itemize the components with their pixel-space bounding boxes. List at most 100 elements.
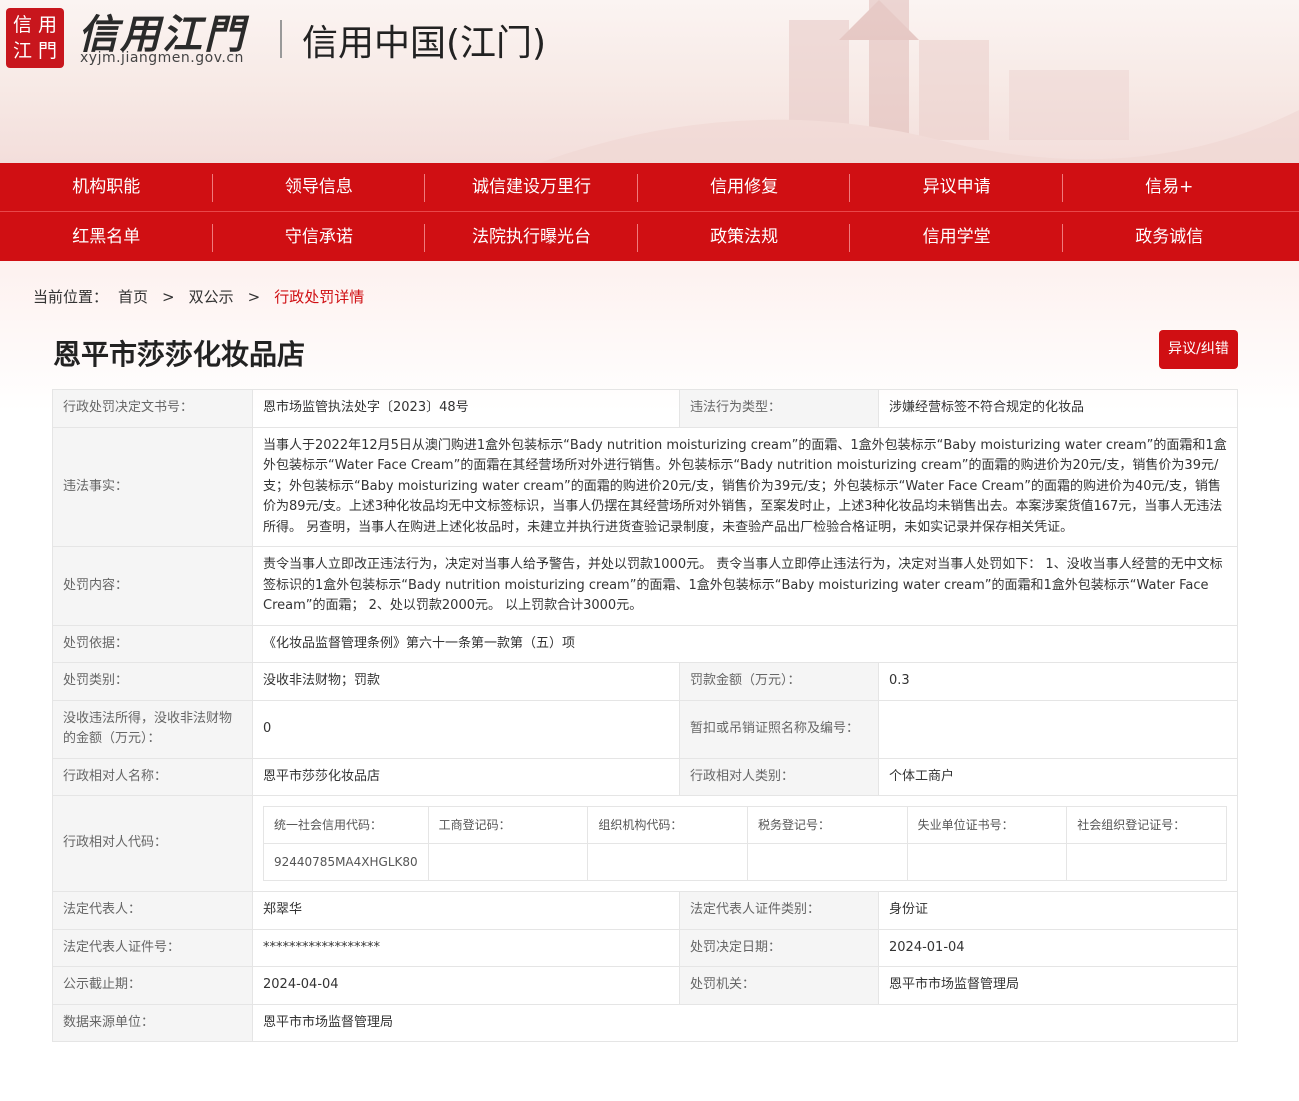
breadcrumb-current: 行政处罚详情 [274,288,365,306]
doc-number-value: 恩市场监管执法处字〔2023〕48号 [252,389,680,428]
code-value: 92440785MA4XHGLK80 [263,843,429,881]
breadcrumb-section[interactable]: 双公示 [189,286,234,307]
party-type-value: 个体工商户 [878,757,1238,796]
table-row: 行政相对人名称： 恩平市莎莎化妆品店 行政相对人类别： 个体工商户 [52,757,1238,796]
nav-item-leaders[interactable]: 领导信息 [213,172,426,202]
code-value [906,843,1068,881]
field-label: 处罚决定日期： [679,928,879,967]
code-header: 失业单位证书号： [906,806,1068,844]
field-label: 罚款金额（万元）： [679,662,879,701]
logo-divider [280,20,282,58]
table-row: 没收违法所得，没收非法财物的金额（万元）： 0 暂扣或吊销证照名称及编号： [52,699,1238,759]
nav-item-promise[interactable]: 守信承诺 [213,222,426,252]
breadcrumb-label: 当前位置： [33,288,109,306]
breadcrumb-separator: > [162,287,175,306]
decision-date-value: 2024-01-04 [878,928,1238,967]
party-code-table: 统一社会信用代码： 工商登记码： 组织机构代码： 税务登记号： 失业单位证书号：… [263,806,1227,881]
field-label: 没收违法所得，没收非法财物的金额（万元）： [52,699,253,759]
fine-amount-value: 0.3 [878,662,1238,701]
field-label: 行政相对人类别： [679,757,879,796]
breadcrumb-separator: > [247,287,261,306]
field-label: 处罚依据： [52,624,253,663]
penalty-basis-value: 《化妆品监督管理条例》第六十一条第一款第（五）项 [252,624,1238,663]
page-title: 恩平市莎莎化妆品店 [53,338,306,371]
field-label: 处罚内容： [52,546,253,626]
field-label: 违法事实： [52,426,253,547]
field-label: 违法行为类型： [679,389,879,428]
field-label: 行政相对人名称： [52,757,253,796]
code-header: 税务登记号： [746,806,908,844]
field-label: 暂扣或吊销证照名称及编号： [679,699,879,759]
site-header: 信 用 江 門 信用江門 xyjm.jiangmen.gov.cn 信用中国(江… [0,0,1299,163]
code-header: 组织机构代码： [587,806,748,844]
objection-button[interactable]: 异议/纠错 [1159,330,1238,369]
table-row: 处罚类别： 没收非法财物；罚款 罚款金额（万元）： 0.3 [52,662,1238,701]
field-label: 数据来源单位： [52,1003,253,1042]
nav-item-credit-school[interactable]: 信用学堂 [850,222,1063,252]
license-value [878,699,1238,759]
nav-row-2: 红黑名单 守信承诺 法院执行曝光台 政策法规 信用学堂 政务诚信 [0,212,1299,261]
seal-char: 門 [37,40,57,62]
breadcrumb-home[interactable]: 首页 [118,286,148,307]
field-label: 法定代表人： [52,891,253,930]
code-value [1066,843,1227,881]
table-row: 法定代表人： 郑翠华 法定代表人证件类别： 身份证 [52,891,1238,930]
legal-rep-value: 郑翠华 [252,891,680,930]
nav-item-court-exposure[interactable]: 法院执行曝光台 [425,222,638,252]
code-header: 工商登记码： [427,806,589,844]
nav-item-xinyi-plus[interactable]: 信易+ [1063,172,1276,202]
field-label: 法定代表人证件号： [52,928,253,967]
code-header: 统一社会信用代码： [263,806,429,844]
id-type-value: 身份证 [878,891,1238,930]
nav-item-red-black-list[interactable]: 红黑名单 [0,222,213,252]
main-nav: 机构职能 领导信息 诚信建设万里行 信用修复 异议申请 信易+ 红黑名单 守信承… [0,163,1299,261]
field-label: 法定代表人证件类别： [679,891,879,930]
table-row: 处罚依据： 《化妆品监督管理条例》第六十一条第一款第（五）项 [52,624,1238,663]
field-label: 处罚机关： [679,966,879,1005]
table-row: 行政相对人代码： 统一社会信用代码： 工商登记码： 组织机构代码： 税务登记号：… [52,795,1238,892]
site-name: 信用中国(江门) [302,23,547,64]
field-label: 公示截止期： [52,966,253,1005]
code-value [587,843,748,881]
id-number-value: ****************** [252,928,680,967]
table-row: 违法事实： 当事人于2022年12月5日从澳门购进1盒外包装标示“Bady nu… [52,426,1238,547]
nav-item-integrity-tour[interactable]: 诚信建设万里行 [425,172,638,202]
field-label: 行政相对人代码： [52,795,253,892]
logo-url: xyjm.jiangmen.gov.cn [80,50,244,66]
violation-type-value: 涉嫌经营标签不符合规定的化妆品 [878,389,1238,428]
nav-item-institution[interactable]: 机构职能 [0,172,213,202]
code-value [746,843,908,881]
seal-char: 用 [37,14,57,36]
deadline-value: 2024-04-04 [252,966,680,1005]
table-row: 处罚内容： 责令当事人立即改正违法行为，决定对当事人给予警告，并处以罚款1000… [52,546,1238,626]
party-name-value: 恩平市莎莎化妆品店 [252,757,680,796]
code-value-row: 92440785MA4XHGLK80 [263,843,1227,881]
nav-item-policy[interactable]: 政策法规 [638,222,851,252]
table-row: 法定代表人证件号： ****************** 处罚决定日期： 202… [52,928,1238,967]
code-header: 社会组织登记证号： [1066,806,1227,844]
breadcrumb: 当前位置： 首页 > 双公示 > 行政处罚详情 [33,286,364,307]
penalty-category-value: 没收非法财物；罚款 [252,662,680,701]
table-row: 公示截止期： 2024-04-04 处罚机关： 恩平市市场监督管理局 [52,966,1238,1005]
header-decoration [539,0,1299,163]
penalty-content-value: 责令当事人立即改正违法行为，决定对当事人给予警告，并处以罚款1000元。 责令当… [252,546,1238,626]
party-code-cell: 统一社会信用代码： 工商登记码： 组织机构代码： 税务登记号： 失业单位证书号：… [252,795,1238,892]
logo-seal[interactable]: 信 用 江 門 [6,8,64,68]
nav-row-1: 机构职能 领导信息 诚信建设万里行 信用修复 异议申请 信易+ [0,163,1299,212]
penalty-detail-table: 行政处罚决定文书号： 恩市场监管执法处字〔2023〕48号 违法行为类型： 涉嫌… [52,389,1238,1042]
field-label: 处罚类别： [52,662,253,701]
nav-item-gov-integrity[interactable]: 政务诚信 [1063,222,1276,252]
nav-item-objection[interactable]: 异议申请 [850,172,1063,202]
field-label: 行政处罚决定文书号： [52,389,253,428]
data-source-value: 恩平市市场监督管理局 [252,1003,1238,1042]
code-value [427,843,589,881]
table-row: 行政处罚决定文书号： 恩市场监管执法处字〔2023〕48号 违法行为类型： 涉嫌… [52,389,1238,428]
facts-value: 当事人于2022年12月5日从澳门购进1盒外包装标示“Bady nutritio… [252,426,1238,547]
main-content: 当前位置： 首页 > 双公示 > 行政处罚详情 恩平市莎莎化妆品店 异议/纠错 … [0,261,1299,1101]
code-header-row: 统一社会信用代码： 工商登记码： 组织机构代码： 税务登记号： 失业单位证书号：… [263,806,1227,844]
confiscate-amount-value: 0 [252,699,680,759]
authority-value: 恩平市市场监督管理局 [878,966,1238,1005]
table-row: 数据来源单位： 恩平市市场监督管理局 [52,1003,1238,1042]
nav-item-credit-repair[interactable]: 信用修复 [638,172,851,202]
seal-char: 信 [12,14,32,36]
